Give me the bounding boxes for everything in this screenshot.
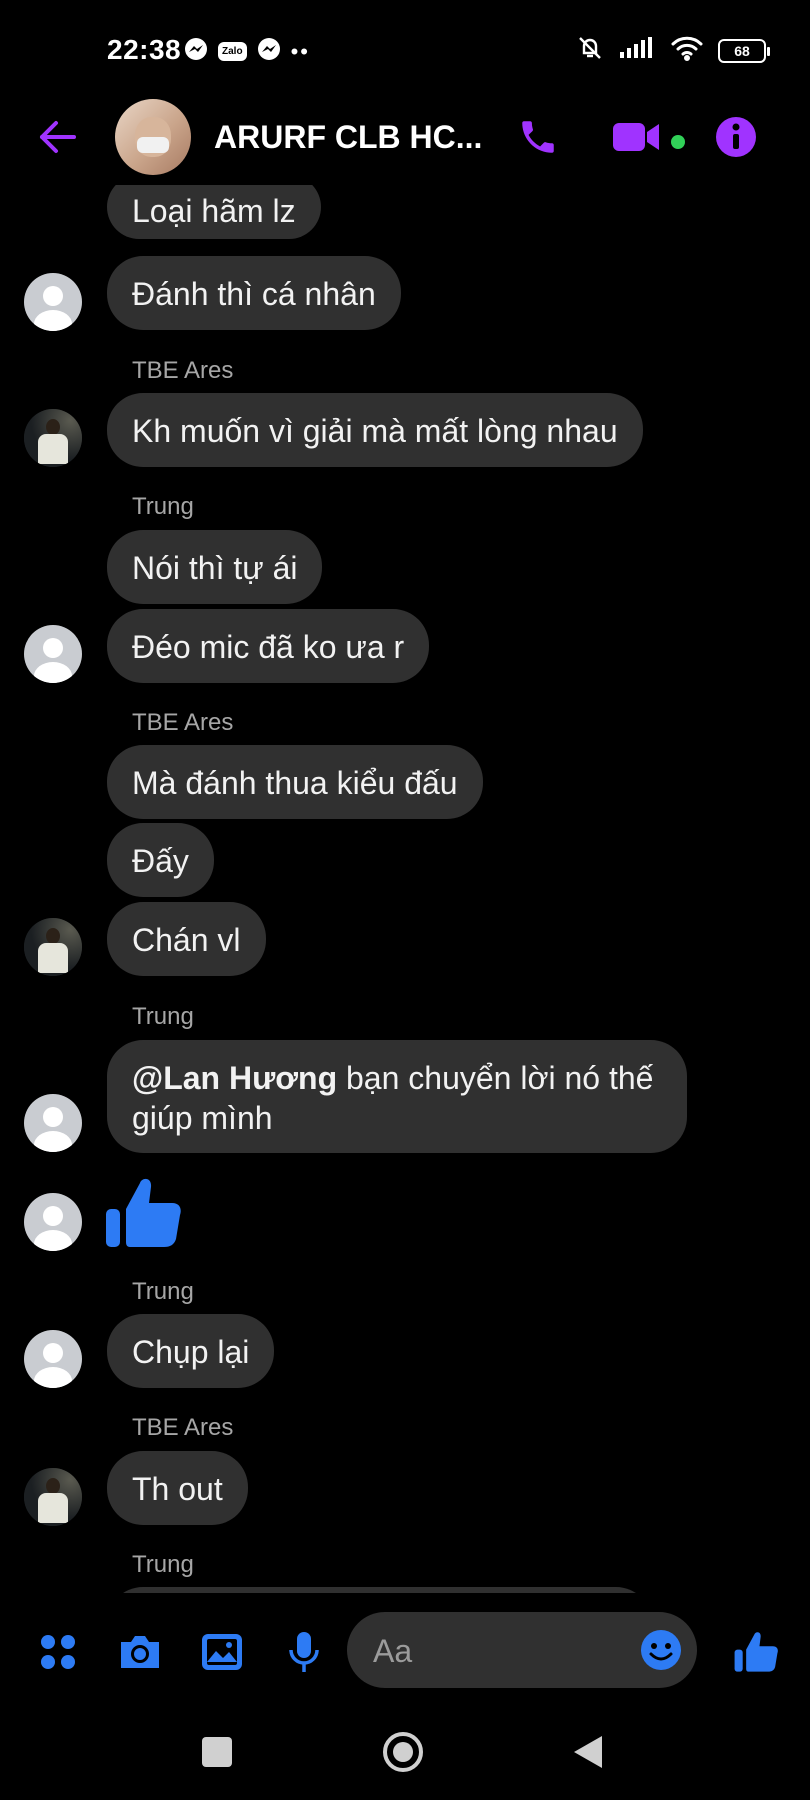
message-bubble[interactable]: Th out [107,1451,248,1525]
user-avatar[interactable] [24,918,82,976]
back-arrow-icon[interactable] [36,115,80,159]
message-bubble[interactable]: Chán vl [107,902,266,976]
notification-icons: Zalo •• [184,37,310,66]
message-bubble[interactable]: Kh muốn vì giải mà mất lòng nhau [107,393,643,467]
battery-icon: 68 [718,38,770,63]
user-avatar[interactable] [24,1094,82,1152]
clock: 22:38 [107,34,182,65]
message-list[interactable]: Loại hãm lz Đánh thì cá nhân TBE Ares Kh… [0,185,810,1593]
message-bubble[interactable]: Loại hãm lz [107,185,321,239]
mute-bell-icon [576,34,604,67]
apps-grid-icon[interactable] [32,1626,84,1678]
gallery-icon[interactable] [196,1626,248,1678]
message-bubble[interactable] [107,1587,652,1593]
message-text: bạn chuyển lời nó thế [337,1060,654,1096]
user-avatar[interactable] [24,273,82,331]
wifi-icon [670,35,704,66]
recents-square-icon[interactable] [193,1728,241,1776]
conversation-title[interactable]: ARURF CLB HC... [214,119,482,156]
message-bubble[interactable]: @Lan Hương bạn chuyển lời nó thế giúp mì… [107,1040,687,1153]
message-bubble[interactable]: Chụp lại [107,1314,275,1388]
message-bubble[interactable]: Nói thì tự ái [107,530,323,604]
camera-icon[interactable] [114,1626,166,1678]
sender-name: TBE Ares [132,357,234,384]
message-bubble[interactable]: Đấy [107,823,214,897]
message-bubble[interactable]: Đéo mic đã ko ưa r [107,609,430,683]
thumbs-up-icon[interactable] [730,1626,782,1678]
mention-tag[interactable]: @Lan Hương [132,1060,337,1096]
zalo-icon: Zalo [218,42,247,61]
messenger-icon [257,37,281,66]
message-bubble[interactable]: Mà đánh thua kiểu đấu [107,745,483,819]
user-avatar[interactable] [24,1468,82,1526]
sender-name: TBE Ares [132,1414,234,1441]
sender-name: Trung [132,493,194,520]
status-bar: 22:38 Zalo •• 68 [0,0,810,100]
user-avatar[interactable] [24,625,82,683]
message-bubble[interactable]: Đánh thì cá nhân [107,256,401,330]
avatar-mask [137,137,169,153]
video-call-icon[interactable] [610,111,662,163]
signal-icon [618,36,656,65]
sender-name: TBE Ares [132,709,234,736]
sender-name: Trung [132,1278,194,1305]
system-navigation-bar [0,1712,810,1800]
emoji-icon[interactable] [639,1628,683,1672]
message-input[interactable] [371,1630,625,1672]
system-icons: 68 [576,34,770,67]
thumbs-up-icon[interactable] [104,1175,182,1256]
home-circle-icon[interactable] [379,1728,427,1776]
messenger-icon [184,37,208,66]
more-notifications-icon: •• [290,38,310,64]
message-input-container[interactable] [347,1612,697,1688]
sender-name: Trung [132,1003,194,1030]
back-triangle-icon[interactable] [564,1728,612,1776]
info-icon[interactable] [710,111,762,163]
message-composer [0,1598,810,1708]
phone-icon[interactable] [512,111,564,163]
conversation-header: ARURF CLB HC... [0,95,810,185]
user-avatar[interactable] [24,409,82,467]
group-avatar[interactable] [115,99,191,175]
message-text: giúp mình [132,1100,273,1136]
user-avatar[interactable] [24,1330,82,1388]
sender-name: Trung [132,1551,194,1578]
online-status-dot [671,135,685,149]
microphone-icon[interactable] [278,1626,330,1678]
user-avatar[interactable] [24,1193,82,1251]
